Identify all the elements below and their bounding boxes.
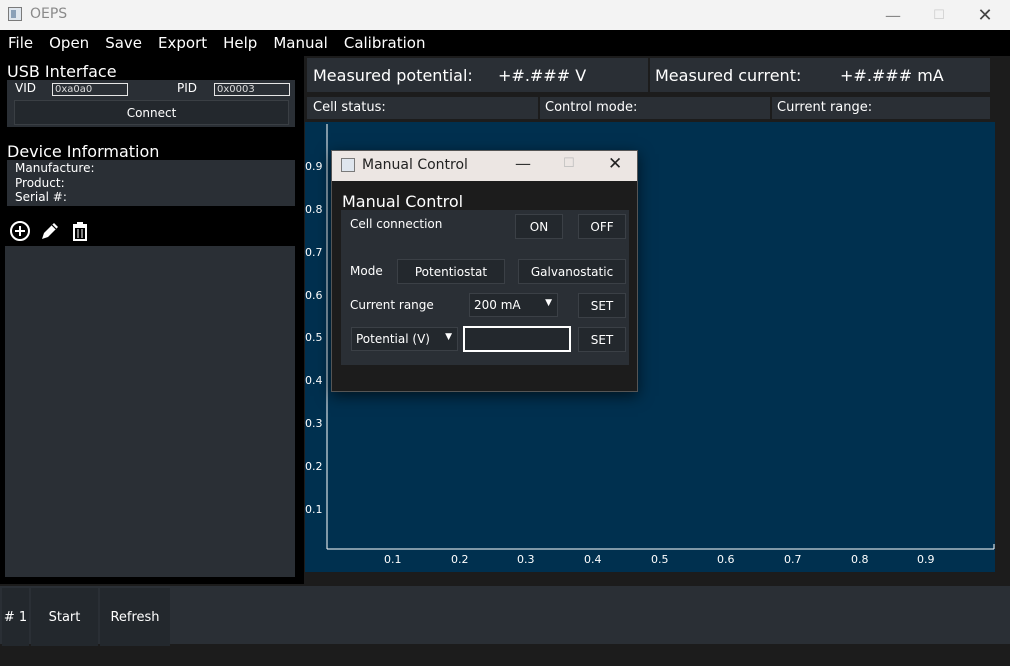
connect-button[interactable]: Connect (14, 100, 289, 125)
measured-current-box: Measured current: +#.### mA (650, 58, 990, 92)
dialog-minimize-icon[interactable]: — (515, 154, 531, 173)
cell-on-button[interactable]: ON (515, 214, 563, 239)
refresh-button[interactable]: Refresh (100, 588, 170, 646)
set-setpoint-button[interactable]: SET (578, 327, 626, 352)
menu-manual[interactable]: Manual (265, 30, 336, 56)
x-tick: 0.9 (917, 553, 935, 566)
serial-label: Serial #: (15, 190, 67, 204)
dialog-maximize-icon[interactable]: ☐ (563, 156, 575, 171)
cell-connection-label: Cell connection (350, 217, 443, 231)
menu-export[interactable]: Export (150, 30, 215, 56)
vid-input[interactable]: 0xa0a0 (52, 83, 128, 96)
y-tick: 0.2 (305, 460, 323, 473)
vid-label: VID (15, 81, 36, 95)
x-tick: 0.8 (851, 553, 869, 566)
y-tick: 0.8 (305, 203, 323, 216)
y-tick: 0.1 (305, 503, 323, 516)
control-mode-label: Control mode: (545, 100, 638, 115)
measured-potential-label: Measured potential: (313, 66, 473, 85)
y-tick: 0.9 (305, 160, 323, 173)
galvanostatic-button[interactable]: Galvanostatic (518, 259, 626, 284)
menu-save[interactable]: Save (97, 30, 150, 56)
set-range-button[interactable]: SET (578, 293, 626, 318)
maximize-icon[interactable]: ☐ (916, 0, 962, 30)
x-tick: 0.4 (584, 553, 602, 566)
minimize-icon[interactable]: — (870, 0, 916, 30)
menu-calibration[interactable]: Calibration (336, 30, 434, 56)
edit-icon[interactable] (39, 220, 61, 242)
window-title: OEPS (30, 6, 68, 22)
measured-current-label: Measured current: (655, 66, 802, 85)
dialog-close-icon[interactable]: ✕ (608, 154, 622, 174)
x-tick: 0.7 (784, 553, 802, 566)
usb-interface-title: USB Interface (7, 62, 117, 81)
x-tick: 0.2 (451, 553, 469, 566)
start-button[interactable]: Start (31, 588, 98, 646)
setpoint-input[interactable] (463, 326, 571, 352)
device-information-title: Device Information (7, 142, 160, 161)
measured-potential-box: Measured potential: +#.### V (307, 58, 648, 92)
potentiostat-button[interactable]: Potentiostat (397, 259, 505, 284)
cell-status-box: Cell status: (307, 97, 538, 119)
chevron-down-icon: ▼ (445, 332, 452, 342)
y-tick: 0.7 (305, 246, 323, 259)
trash-icon[interactable] (69, 220, 91, 242)
current-range-status-label: Current range: (777, 100, 873, 115)
menu-bar: File Open Save Export Help Manual Calibr… (0, 30, 1010, 56)
control-mode-box: Control mode: (540, 97, 770, 119)
pid-input[interactable]: 0x0003 (214, 83, 290, 96)
app-icon (8, 7, 22, 21)
current-range-label: Current range (350, 298, 434, 312)
setpoint-type-select[interactable]: Potential (V) ▼ (351, 327, 458, 351)
y-tick: 0.6 (305, 289, 323, 302)
y-tick: 0.3 (305, 417, 323, 430)
dialog-title: Manual Control (362, 157, 468, 173)
measured-potential-value: +#.### V (498, 66, 587, 85)
measured-current-value: +#.### mA (840, 66, 944, 85)
experiment-list[interactable] (5, 246, 295, 577)
manufacture-label: Manufacture: (15, 161, 95, 175)
add-icon[interactable] (9, 220, 31, 242)
chevron-down-icon: ▼ (545, 298, 552, 308)
menu-file[interactable]: File (0, 30, 41, 56)
dialog-app-icon (341, 158, 355, 172)
dialog-title-bar: Manual Control — ☐ ✕ (332, 151, 637, 181)
close-icon[interactable]: ✕ (962, 0, 1008, 30)
x-tick: 0.5 (651, 553, 669, 566)
cell-off-button[interactable]: OFF (578, 214, 626, 239)
y-tick: 0.5 (305, 331, 323, 344)
menu-open[interactable]: Open (41, 30, 97, 56)
pid-label: PID (177, 81, 198, 95)
x-tick: 0.1 (384, 553, 402, 566)
x-tick: 0.3 (517, 553, 535, 566)
product-label: Product: (15, 176, 65, 190)
mode-label: Mode (350, 264, 383, 278)
y-tick: 0.4 (305, 374, 323, 387)
window-title-bar: OEPS — ☐ ✕ (0, 0, 1010, 30)
manual-control-dialog: Manual Control — ☐ ✕ Manual Control Cell… (331, 150, 638, 392)
current-range-select[interactable]: 200 mA ▼ (469, 293, 558, 317)
menu-help[interactable]: Help (215, 30, 265, 56)
current-range-value: 200 mA (474, 298, 521, 312)
setpoint-type-value: Potential (V) (356, 332, 430, 346)
cell-status-label: Cell status: (313, 100, 386, 115)
x-tick: 0.6 (717, 553, 735, 566)
dialog-heading: Manual Control (342, 192, 464, 211)
experiment-index-button[interactable]: # 1 (2, 588, 29, 646)
current-range-box: Current range: (772, 97, 990, 119)
